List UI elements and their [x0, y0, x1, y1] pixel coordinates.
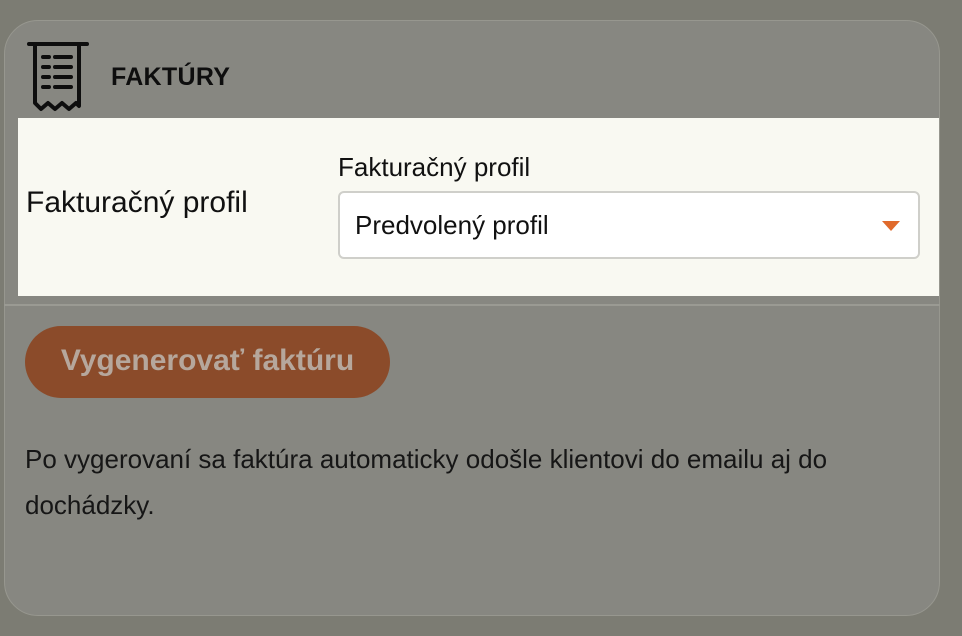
card-title: FAKTÚRY: [111, 62, 231, 91]
billing-profile-selected-value: Predvolený profil: [355, 210, 549, 240]
billing-profile-row-label: Fakturačný profil: [26, 186, 248, 219]
generate-invoice-button[interactable]: Vygenerovať faktúru: [25, 326, 390, 398]
caret-down-icon: [882, 221, 900, 231]
billing-profile-select[interactable]: Predvolený profil: [338, 191, 920, 259]
invoice-info-text: Po vygerovaní sa faktúra automaticky odo…: [25, 444, 828, 520]
billing-profile-field-label: Fakturačný profil: [338, 152, 531, 182]
billing-profile-row: Fakturačný profil Fakturačný profil Pred…: [18, 118, 939, 296]
card-header: FAKTÚRY: [25, 41, 230, 113]
section-divider: [4, 304, 940, 306]
receipt-icon: [27, 42, 89, 111]
